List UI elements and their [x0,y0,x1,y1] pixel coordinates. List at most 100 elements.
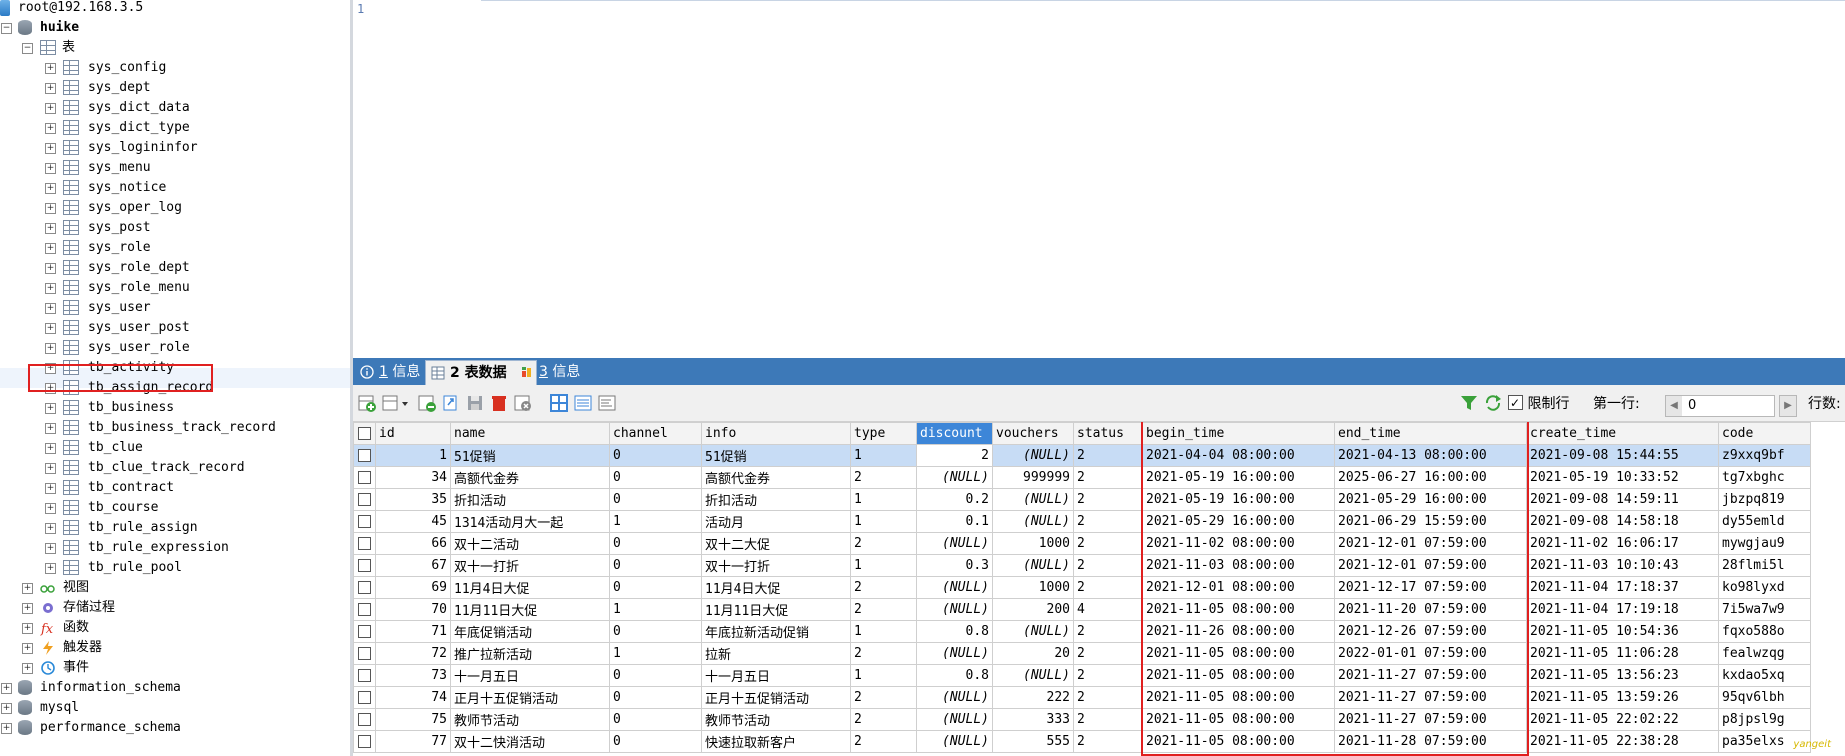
expand-icon[interactable]: + [22,663,33,674]
cell-type[interactable]: 2 [850,532,917,555]
cell-name[interactable]: 11月11日大促 [450,598,610,621]
column-header-end-time[interactable]: end_time [1334,422,1527,445]
cell-status[interactable]: 2 [1073,554,1143,577]
cell-code[interactable]: 7i5wa7w9 [1718,598,1811,621]
cell-begin-time[interactable]: 2021-11-05 08:00:00 [1142,642,1335,665]
cell-info[interactable]: 活动月 [701,510,851,533]
cell-id[interactable]: 1 [375,444,451,467]
row-checkbox[interactable] [358,691,371,704]
cell-status[interactable]: 2 [1073,488,1143,511]
cell-code[interactable]: mywgjau9 [1718,532,1811,555]
table-row[interactable]: 66 双十二活动 0 双十二大促 2 (NULL) 1000 2 2021-11-02 08:0… [353,532,1811,555]
cell-status[interactable]: 2 [1073,620,1143,643]
cell-name[interactable]: 正月十五促销活动 [450,686,610,709]
cell-status[interactable]: 2 [1073,730,1143,753]
row-select-cell[interactable] [353,466,376,489]
cell-create-time[interactable]: 2021-11-05 22:02:22 [1526,708,1719,731]
table-row[interactable]: 77 双十二快消活动 0 快速拉取新客户 2 (NULL) 555 2 2021-11-05 0… [353,730,1811,753]
collapse-icon[interactable]: − [22,43,33,54]
cell-id[interactable]: 73 [375,664,451,687]
cell-code[interactable]: ko98lyxd [1718,576,1811,599]
expand-icon[interactable]: + [45,403,56,414]
expand-icon[interactable]: + [45,323,56,334]
row-checkbox[interactable] [358,559,371,572]
cell-name[interactable]: 1314活动月大一起 [450,510,610,533]
cell-begin-time[interactable]: 2021-04-04 08:00:00 [1142,444,1335,467]
cell-type[interactable]: 2 [850,686,917,709]
cell-type[interactable]: 2 [850,642,917,665]
cell-vouchers[interactable]: 555 [992,730,1074,753]
column-header-code[interactable]: code [1718,422,1811,445]
cancel-changes-icon[interactable] [513,393,533,413]
cell-end-time[interactable]: 2021-12-17 07:59:00 [1334,576,1527,599]
cell-status[interactable]: 2 [1073,708,1143,731]
refresh-data-icon[interactable] [441,393,461,413]
cell-end-time[interactable]: 2021-11-20 07:59:00 [1334,598,1527,621]
cell-discount[interactable]: (NULL) [916,466,993,489]
expand-icon[interactable]: + [45,263,56,274]
cell-channel[interactable]: 0 [609,488,702,511]
cell-name[interactable]: 折扣活动 [450,488,610,511]
cell-id[interactable]: 69 [375,576,451,599]
cell-discount[interactable]: 0.3 [916,554,993,577]
column-header-type[interactable]: type [850,422,917,445]
row-checkbox[interactable] [358,537,371,550]
table-row[interactable]: 75 教师节活动 0 教师节活动 2 (NULL) 333 2 2021-11-05 08:00… [353,708,1811,731]
cell-create-time[interactable]: 2021-11-05 22:38:28 [1526,730,1719,753]
expand-icon[interactable]: + [45,523,56,534]
cell-end-time[interactable]: 2021-11-28 07:59:00 [1334,730,1527,753]
row-select-cell[interactable] [353,444,376,467]
expand-icon[interactable]: + [45,183,56,194]
cell-discount[interactable]: 0.8 [916,664,993,687]
cell-status[interactable]: 2 [1073,444,1143,467]
cell-info[interactable]: 51促销 [701,444,851,467]
column-header-status[interactable]: status [1073,422,1143,445]
cell-create-time[interactable]: 2021-11-03 10:10:43 [1526,554,1719,577]
row-select-cell[interactable] [353,686,376,709]
cell-channel[interactable]: 0 [609,554,702,577]
cell-type[interactable]: 1 [850,554,917,577]
cell-end-time[interactable]: 2021-05-29 16:00:00 [1334,488,1527,511]
cell-create-time[interactable]: 2021-11-05 13:59:26 [1526,686,1719,709]
row-checkbox[interactable] [358,625,371,638]
cell-info[interactable]: 十一月五日 [701,664,851,687]
cell-type[interactable]: 2 [850,708,917,731]
cell-code[interactable]: kxdao5xq [1718,664,1811,687]
expand-icon[interactable]: + [45,123,56,134]
cell-channel[interactable]: 0 [609,444,702,467]
select-all-header[interactable] [353,422,376,445]
expand-icon[interactable]: + [45,463,56,474]
cell-info[interactable]: 11月4日大促 [701,576,851,599]
expand-icon[interactable]: + [45,103,56,114]
cell-channel[interactable]: 1 [609,598,702,621]
cell-info[interactable]: 正月十五促销活动 [701,686,851,709]
cell-name[interactable]: 51促销 [450,444,610,467]
cell-create-time[interactable]: 2021-11-05 13:56:23 [1526,664,1719,687]
cell-end-time[interactable]: 2022-01-01 07:59:00 [1334,642,1527,665]
row-select-cell[interactable] [353,708,376,731]
cell-discount[interactable]: 0.2 [916,488,993,511]
expand-icon[interactable]: + [45,283,56,294]
cell-begin-time[interactable]: 2021-11-05 08:00:00 [1142,708,1335,731]
expand-icon[interactable]: + [22,623,33,634]
table-row[interactable]: 1 51促销 0 51促销 1 2 (NULL) 2 2021-04-04 08:00:00 20… [353,444,1811,467]
cell-discount[interactable]: (NULL) [916,642,993,665]
cell-info[interactable]: 11月11日大促 [701,598,851,621]
expand-icon[interactable]: + [45,223,56,234]
cell-info[interactable]: 高额代金券 [701,466,851,489]
prev-page-icon[interactable]: ◀ [1666,396,1682,416]
cell-vouchers[interactable]: 200 [992,598,1074,621]
row-select-cell[interactable] [353,730,376,753]
row-select-cell[interactable] [353,598,376,621]
cell-code[interactable]: tg7xbghc [1718,466,1811,489]
table-row[interactable]: 67 双十一打折 0 双十一打折 1 0.3 (NULL) 2 2021-11-03 08:00… [353,554,1811,577]
table-row[interactable]: 69 11月4日大促 0 11月4日大促 2 (NULL) 1000 2 2021-12-01 … [353,576,1811,599]
row-checkbox[interactable] [358,515,371,528]
cell-id[interactable]: 72 [375,642,451,665]
cell-id[interactable]: 75 [375,708,451,731]
table-row[interactable]: 45 1314活动月大一起 1 活动月 1 0.1 (NULL) 2 2021-05-29 16… [353,510,1811,533]
cell-status[interactable]: 2 [1073,642,1143,665]
cell-type[interactable]: 2 [850,598,917,621]
cell-type[interactable]: 1 [850,444,917,467]
cell-id[interactable]: 70 [375,598,451,621]
